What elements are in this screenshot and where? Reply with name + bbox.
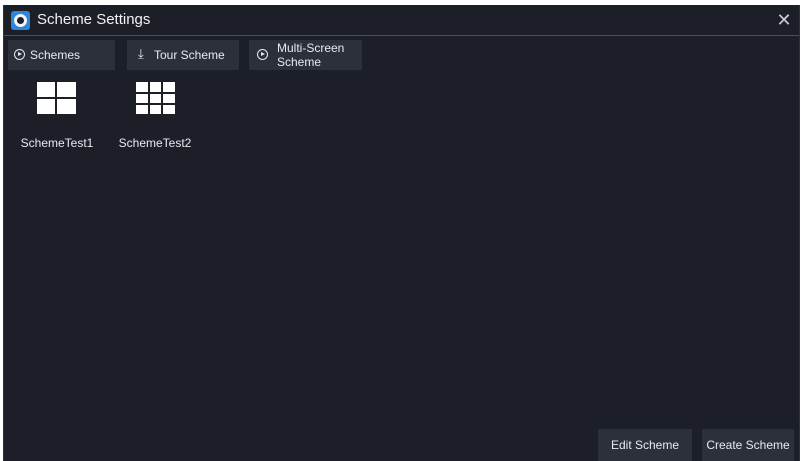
scheme-name: SchemeTest2 (118, 136, 192, 150)
scheme-settings-window: Scheme Settings ✕ Schemes ⤓ Tour Scheme … (3, 5, 800, 461)
scheme-item[interactable]: SchemeTest2 (105, 82, 205, 152)
layout-2x2-icon (37, 82, 76, 114)
play-circle-icon (14, 49, 25, 60)
play-circle-icon (257, 49, 268, 60)
tab-label: Tour Scheme (154, 48, 225, 62)
window-title: Scheme Settings (37, 11, 151, 28)
create-scheme-button[interactable]: Create Scheme (702, 429, 794, 461)
tab-label: Schemes (30, 48, 81, 62)
tab-label: Multi-Screen Scheme (277, 41, 345, 69)
tab-tour-scheme[interactable]: ⤓ Tour Scheme (127, 40, 239, 70)
app-logo-icon (11, 11, 30, 30)
tab-multi-screen-scheme[interactable]: Multi-Screen Scheme (249, 40, 362, 70)
tab-schemes[interactable]: Schemes (8, 40, 115, 70)
edit-scheme-button[interactable]: Edit Scheme (598, 429, 692, 461)
close-icon[interactable]: ✕ (775, 10, 793, 30)
download-icon: ⤓ (138, 46, 144, 61)
layout-3x3-icon (136, 82, 175, 114)
scheme-name: SchemeTest1 (20, 136, 94, 150)
scheme-item[interactable]: SchemeTest1 (7, 82, 107, 152)
title-bar: Scheme Settings ✕ (4, 5, 799, 36)
